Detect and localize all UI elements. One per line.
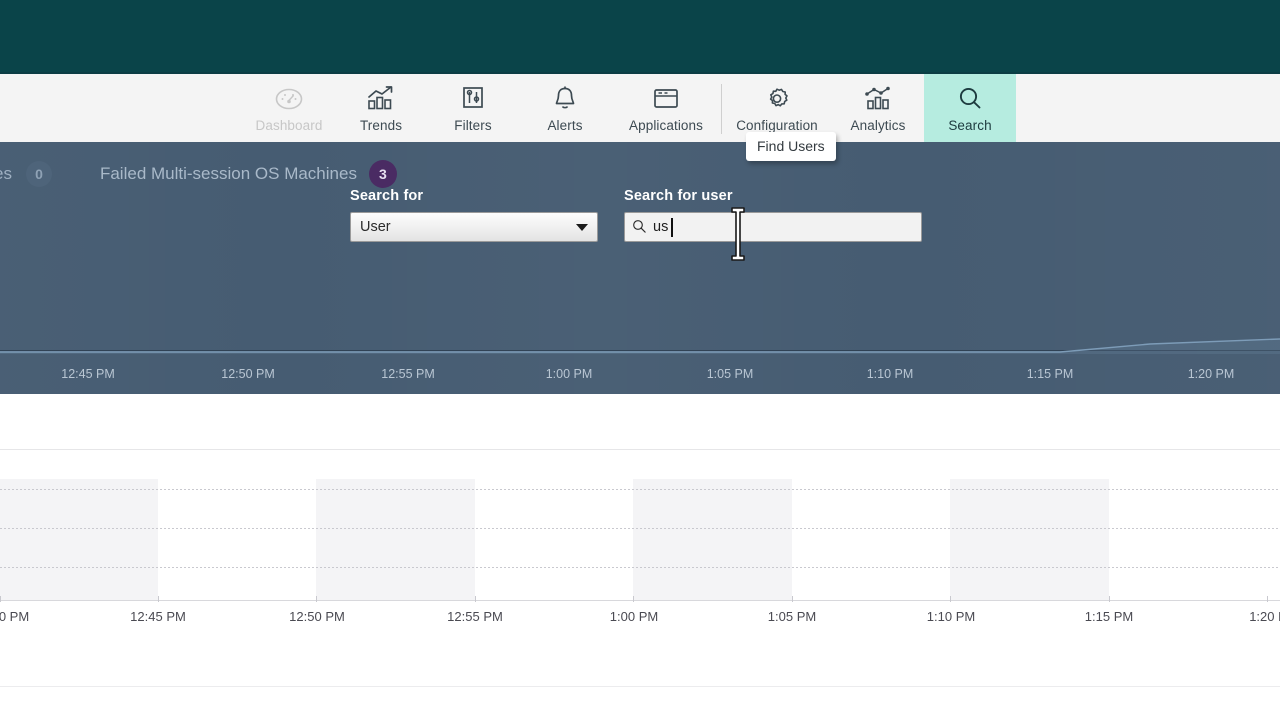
gridline: [0, 489, 1280, 490]
nav-label-trends: Trends: [360, 118, 402, 133]
upper-tick: 12:50 PM: [221, 367, 275, 381]
trend-bars-icon: [365, 84, 397, 114]
kpi-left-fragment-label: es: [0, 164, 12, 184]
nav-label-configuration: Configuration: [736, 118, 818, 133]
lower-tick: 12:55 PM: [447, 609, 503, 624]
main-navbar: Dashboard Trends: [0, 74, 1280, 142]
upper-tick: 1:05 PM: [707, 367, 754, 381]
nav-item-applications[interactable]: Applications: [611, 74, 721, 142]
nav-label-analytics: Analytics: [851, 118, 906, 133]
chart-band: [0, 479, 158, 601]
lower-tick: 0 PM: [0, 609, 29, 624]
nav-item-dashboard[interactable]: Dashboard: [243, 74, 335, 142]
kpi-failed-machines-label: Failed Multi-session OS Machines: [100, 164, 357, 184]
lower-chart-axis: 0 PM 12:45 PM 12:50 PM 12:55 PM 1:00 PM …: [0, 601, 1280, 635]
search-type-select-wrap: User: [350, 212, 598, 242]
nav-item-filters[interactable]: Filters: [427, 74, 519, 142]
lower-tick: 1:05 PM: [768, 609, 816, 624]
gridline: [0, 528, 1280, 529]
app-root: Dashboard Trends: [0, 0, 1280, 720]
gear-icon: [761, 84, 793, 114]
upper-tick: 1:20 PM: [1188, 367, 1235, 381]
find-users-tooltip: Find Users: [746, 132, 836, 161]
nav-item-analytics[interactable]: Analytics: [832, 74, 924, 142]
search-type-select[interactable]: User: [350, 212, 598, 242]
upper-chart-panel: es 0 Failed Multi-session OS Machines 3 …: [0, 142, 1280, 394]
chart-separator-band: [0, 394, 1280, 450]
lower-tick: 1:15 PM: [1085, 609, 1133, 624]
search-user-block: Search for user: [624, 188, 922, 242]
lower-tick: 12:50 PM: [289, 609, 345, 624]
upper-tick: 1:00 PM: [546, 367, 593, 381]
upper-tick: 1:10 PM: [867, 367, 914, 381]
window-icon: [650, 84, 682, 114]
nav-label-search: Search: [948, 118, 991, 133]
nav-label-filters: Filters: [454, 118, 491, 133]
gauge-icon: [273, 84, 305, 114]
lower-tick: 1:20 P: [1249, 609, 1280, 624]
upper-chart-series: [0, 302, 1280, 354]
top-banner: [0, 0, 1280, 74]
sliders-icon: [457, 84, 489, 114]
search-user-input[interactable]: [624, 212, 922, 242]
nav-label-alerts: Alerts: [547, 118, 582, 133]
search-type-label: Search for: [350, 188, 598, 204]
search-user-label: Search for user: [624, 188, 922, 204]
bell-icon: [549, 84, 581, 114]
upper-tick: 12:55 PM: [381, 367, 435, 381]
nav-label-applications: Applications: [629, 118, 703, 133]
kpi-left-fragment-badge: 0: [26, 161, 52, 187]
search-type-block: Search for User: [350, 188, 598, 242]
chart-band: [633, 479, 792, 601]
nav-items-strip: Dashboard Trends: [243, 74, 1016, 142]
text-caret: [671, 218, 673, 237]
nav-item-alerts[interactable]: Alerts: [519, 74, 611, 142]
nav-label-dashboard: Dashboard: [256, 118, 323, 133]
lower-tick: 1:00 PM: [610, 609, 658, 624]
upper-tick: 1:15 PM: [1027, 367, 1074, 381]
separator-rule: [0, 449, 1280, 450]
chart-band: [316, 479, 475, 601]
lower-chart-plot: [0, 451, 1280, 601]
search-user-input-wrap: [624, 212, 922, 242]
analytics-icon: [862, 84, 894, 114]
lower-tick: 12:45 PM: [130, 609, 186, 624]
gridline: [0, 567, 1280, 568]
lower-tick: 1:10 PM: [927, 609, 975, 624]
text-cursor: [728, 206, 748, 262]
bottom-rule: [0, 686, 1280, 687]
kpi-failed-machines-badge: 3: [369, 160, 397, 188]
kpi-row: es 0 Failed Multi-session OS Machines 3: [0, 156, 1280, 192]
upper-chart-axis: 12:45 PM 12:50 PM 12:55 PM 1:00 PM 1:05 …: [0, 360, 1280, 394]
nav-item-search[interactable]: Search: [924, 74, 1016, 142]
nav-item-trends[interactable]: Trends: [335, 74, 427, 142]
upper-tick: 12:45 PM: [61, 367, 115, 381]
chart-band: [950, 479, 1109, 601]
search-icon: [954, 84, 986, 114]
